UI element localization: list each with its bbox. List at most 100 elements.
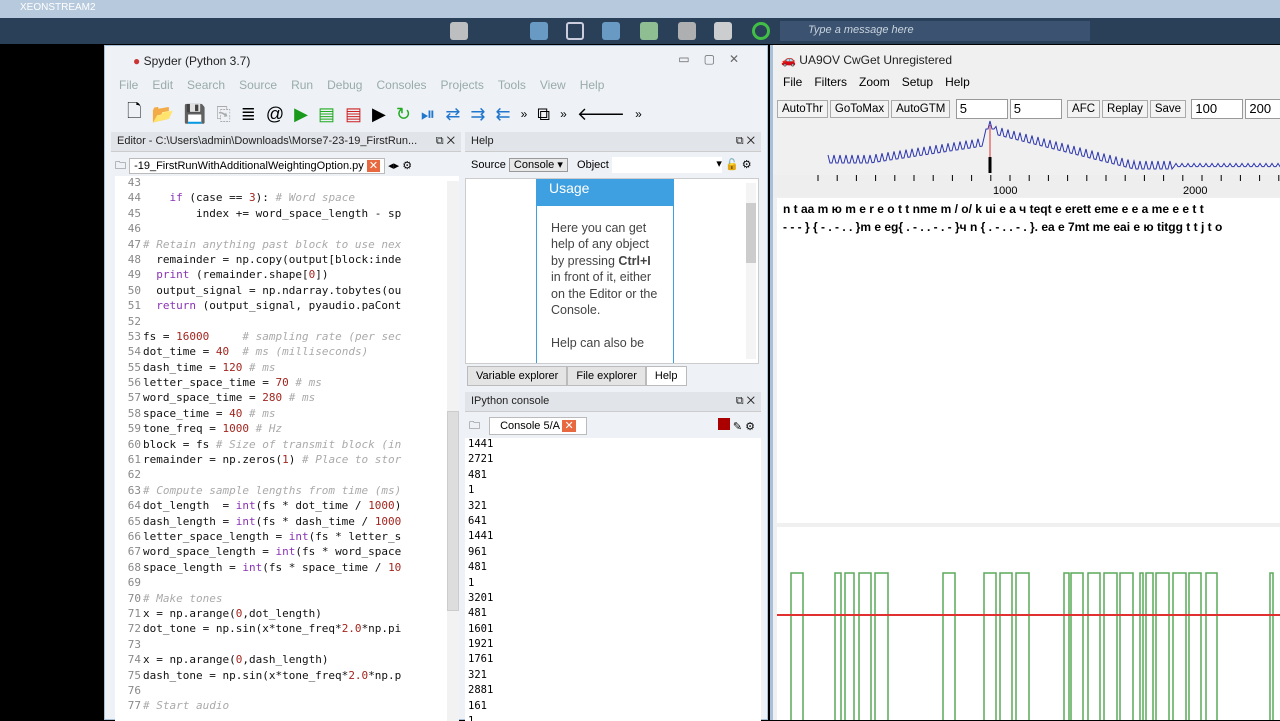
stop-icon[interactable] <box>717 418 730 430</box>
editor-scrollbar[interactable] <box>447 181 459 721</box>
gear-icon[interactable]: ⚙ <box>745 421 755 433</box>
save-button[interactable]: Save <box>1149 100 1187 119</box>
menu-zoom[interactable]: Zoom <box>859 75 890 89</box>
menu-help[interactable]: Help <box>945 75 970 89</box>
code-line: 54 dot_time = 40 # ms (milliseconds) <box>115 345 459 360</box>
eye-icon[interactable] <box>566 22 584 40</box>
folder-icon[interactable]: 🗀 <box>469 420 480 432</box>
help-content: Usage Here you can get help of any objec… <box>465 178 759 364</box>
settings-sliders-icon[interactable] <box>678 22 696 40</box>
menu-projects[interactable]: Projects <box>441 78 484 92</box>
message-input[interactable]: Type a message here <box>780 21 1090 41</box>
fullscreen-icon[interactable] <box>602 22 620 40</box>
maximize-pane-icon[interactable]: ⧉ <box>537 104 550 125</box>
step-return-icon[interactable]: ⇇ <box>496 104 511 125</box>
run-selection-icon[interactable]: ▶ <box>372 104 386 125</box>
tab-file-explorer[interactable]: File explorer <box>567 366 646 386</box>
console-tabbar: 🗀 Console 5/A ✕ ✎ ⚙ <box>465 414 761 438</box>
spectrum-display[interactable]: 1000 2000 <box>773 117 1280 197</box>
menu-file[interactable]: File <box>119 78 138 92</box>
status-icon[interactable] <box>752 22 770 40</box>
step-icon[interactable]: ⇄ <box>445 104 460 125</box>
menu-file[interactable]: File <box>783 75 802 89</box>
taskbar-title-text: XEONSTREAM2 <box>20 2 96 13</box>
folder-icon[interactable]: 🗀 <box>115 160 126 172</box>
spin-1[interactable]: 5 <box>955 99 1008 119</box>
tab-variable-explorer[interactable]: Variable explorer <box>467 366 568 386</box>
spin-2[interactable]: 5 <box>1009 99 1062 119</box>
menu-view[interactable]: View <box>540 78 566 92</box>
run-icon[interactable]: ▶ <box>294 104 308 125</box>
code-token: if <box>169 191 183 205</box>
line-number: 64 <box>127 499 141 513</box>
rerun-icon[interactable]: ↻ <box>396 104 411 125</box>
close-tab-icon[interactable]: ✕ <box>366 160 381 172</box>
code-token: # ms <box>288 391 316 405</box>
menu-run[interactable]: Run <box>291 78 313 92</box>
tab-scroll-icon[interactable]: ◂▸ <box>388 160 399 172</box>
save-all-icon[interactable]: ⎘ <box>216 104 230 125</box>
save-icon[interactable]: 💾 <box>184 104 206 125</box>
menu-help[interactable]: Help <box>580 78 605 92</box>
menu-search[interactable]: Search <box>187 78 225 92</box>
code-token: (fs * word_space <box>295 545 402 559</box>
menu-filters[interactable]: Filters <box>814 75 847 89</box>
source-select[interactable]: Console ▾ <box>508 157 568 172</box>
menu-debug[interactable]: Debug <box>327 78 362 92</box>
menu-setup[interactable]: Setup <box>902 75 933 89</box>
code-editor[interactable]: 43 44 if (case == 3): # Word space 45 inde… <box>115 176 459 721</box>
code-line: 50 output_signal = np.ndarray.tobytes(ou <box>115 284 459 299</box>
spin-4[interactable]: 200 <box>1245 99 1280 119</box>
autothr-button[interactable]: AutoThr <box>777 100 828 119</box>
list-icon[interactable]: ≣ <box>241 104 256 125</box>
transfer-icon[interactable] <box>640 22 658 40</box>
object-input[interactable]: ▾ <box>611 157 722 173</box>
close-tab-icon[interactable]: ✕ <box>562 420 576 432</box>
code-token: 1000 <box>222 422 249 436</box>
code-token: ,dash_length) <box>242 653 329 667</box>
window-controls[interactable]: ▭▢✕ <box>678 52 753 66</box>
tab-help[interactable]: Help <box>645 366 687 386</box>
code-token: x = np.arange( <box>143 606 236 620</box>
replay-button[interactable]: Replay <box>1102 100 1148 119</box>
menu-consoles[interactable]: Consoles <box>376 78 426 92</box>
debug-icon[interactable]: ⏯ <box>421 104 435 125</box>
at-icon[interactable]: @ <box>266 104 284 125</box>
monitor-icon[interactable] <box>530 22 548 40</box>
console-output[interactable]: 1441 2721 481 1 321 641 1441 961 481 1 3201 481 1601… <box>465 438 761 721</box>
autogtm-button[interactable]: AutoGTM <box>891 100 951 119</box>
console-line: 1601 <box>468 622 494 635</box>
code-token: fs = <box>143 329 177 343</box>
pane-close-icon[interactable]: ⧉ ✕ <box>436 135 455 148</box>
decoded-text[interactable]: n t aa m ю m e r e o t t nme m / o/ k ui… <box>777 198 1280 523</box>
gear-icon[interactable]: ⚙ <box>402 160 412 172</box>
gear-icon[interactable]: ⚙ <box>742 159 752 171</box>
menu-edit[interactable]: Edit <box>152 78 173 92</box>
eraser-icon[interactable]: ✎ <box>733 421 742 433</box>
code-token: ) <box>288 453 302 467</box>
pane-close-icon[interactable]: ⧉ ✕ <box>736 395 755 408</box>
pane-close-icon[interactable]: ⧉ ✕ <box>736 135 755 148</box>
run-cell-advance-icon[interactable]: ▤ <box>345 104 362 125</box>
spin-3[interactable]: 100 <box>1191 99 1244 119</box>
run-cell-icon[interactable]: ▤ <box>318 104 335 125</box>
help-scrollbar[interactable] <box>746 183 756 359</box>
file-icon[interactable] <box>714 22 732 40</box>
file-tab[interactable]: -19_FirstRunWithAdditionalWeightingOptio… <box>129 158 386 174</box>
disconnect-icon[interactable] <box>450 22 468 40</box>
spectrum-trace <box>827 120 1280 171</box>
menu-source[interactable]: Source <box>239 78 277 92</box>
menu-tools[interactable]: Tools <box>498 78 526 92</box>
cwget-logo-icon: 🚗 <box>781 53 796 67</box>
console-tab-label: Console 5/A <box>500 420 560 432</box>
back-icon[interactable]: 🡐 <box>577 104 625 125</box>
signal-pulse <box>1269 572 1274 720</box>
gotomax-button[interactable]: GoToMax <box>829 100 890 119</box>
lock-icon[interactable]: 🔓 <box>725 159 739 171</box>
step-into-icon[interactable]: ⇉ <box>470 104 485 125</box>
afc-button[interactable]: AFC <box>1067 100 1101 119</box>
open-icon[interactable]: 📂 <box>151 104 173 125</box>
new-file-icon[interactable]: 🗋 <box>127 99 141 129</box>
console-tab[interactable]: Console 5/A ✕ <box>489 417 587 435</box>
help-tabs: Variable explorer File explorer Help <box>467 366 687 386</box>
